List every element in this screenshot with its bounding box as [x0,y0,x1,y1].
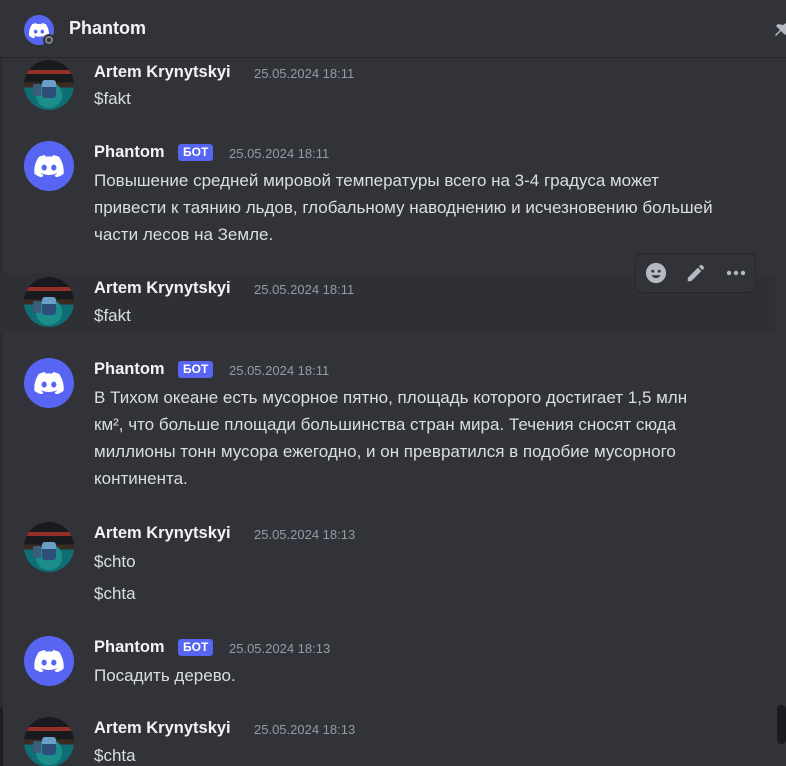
message-author[interactable]: Phantom [94,638,165,657]
message-author[interactable]: Artem Krynytskyi [94,63,231,82]
message-timestamp: 25.05.2024 18:11 [254,282,355,297]
edit-icon [687,264,705,282]
message-content: Повышение средней мировой температуры вс… [94,171,713,244]
message-toolbar [635,253,756,293]
message-author[interactable]: Phantom [94,360,165,379]
page-title: Phantom [69,18,147,38]
add-reaction-button[interactable] [644,261,668,285]
pin-icon[interactable] [770,18,786,42]
message: Artem Krynytskyi 25.05.2024 18:11 $fakt [0,58,775,118]
avatar[interactable] [24,717,74,766]
message-author[interactable]: Artem Krynytskyi [94,279,231,298]
bot-badge: БОТ [178,144,214,161]
edit-button[interactable] [684,261,708,285]
message: Phantom БОТ 25.05.2024 18:13 Посадить де… [0,633,775,698]
avatar[interactable] [24,522,74,572]
message-list: Artem Krynytskyi 25.05.2024 18:11 $fakt … [0,58,775,766]
message: Phantom БОТ 25.05.2024 18:11 В Тихом оке… [0,355,775,495]
message-author[interactable]: Phantom [94,143,165,162]
message-content: $fakt [94,306,131,325]
message-content: $chto [94,552,136,571]
discord-logo-icon [34,650,64,672]
message-content: Посадить дерево. [94,666,236,685]
message-timestamp: 25.05.2024 18:11 [229,363,330,378]
message-content: В Тихом океане есть мусорное пятно, площ… [94,388,688,488]
channel-header: Phantom [0,0,786,58]
discord-logo-icon [34,372,64,394]
message-timestamp: 25.05.2024 18:13 [229,641,331,656]
message-author[interactable]: Artem Krynytskyi [94,524,231,543]
status-indicator [43,34,55,46]
avatar[interactable] [24,358,74,408]
message: Artem Krynytskyi 25.05.2024 18:13 $chto … [0,518,775,613]
message-timestamp: 25.05.2024 18:13 [254,722,356,737]
bot-badge: БОТ [178,639,214,656]
message-timestamp: 25.05.2024 18:13 [254,527,356,542]
more-button[interactable] [724,261,748,285]
scrollbar-thumb[interactable] [777,705,786,744]
divider [0,708,3,766]
message-author[interactable]: Artem Krynytskyi [94,719,231,738]
avatar[interactable] [24,636,74,686]
message: Phantom БОТ 25.05.2024 18:11 Повышение с… [0,138,775,248]
message-content: $chta [94,746,136,765]
avatar[interactable] [24,141,74,191]
message-timestamp: 25.05.2024 18:11 [229,146,330,161]
message-timestamp: 25.05.2024 18:11 [254,66,355,81]
bot-badge: БОТ [178,361,214,378]
message-content: $chta [94,584,136,603]
avatar[interactable] [24,277,74,327]
message: Artem Krynytskyi 25.05.2024 18:13 $chta [0,713,775,766]
discord-logo-icon [34,155,64,177]
more-icon [726,270,746,276]
emoji-icon [645,262,667,284]
message-content: $fakt [94,89,131,108]
avatar[interactable] [24,60,74,110]
